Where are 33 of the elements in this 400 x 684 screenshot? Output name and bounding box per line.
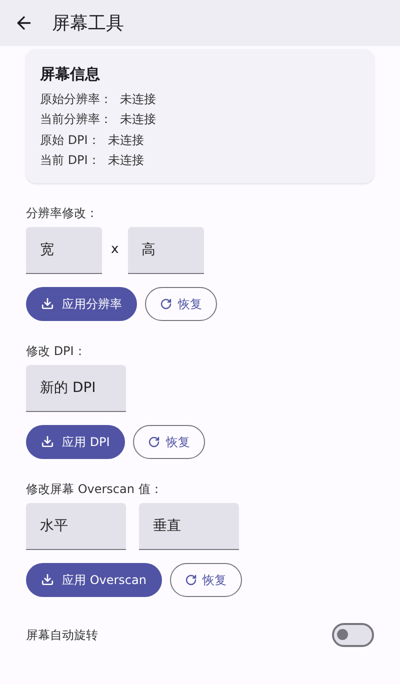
refresh-icon: [184, 574, 196, 586]
apply-button[interactable]: 应用 DPI: [26, 424, 125, 458]
download-icon: [41, 573, 54, 586]
input-field[interactable]: 垂直: [139, 502, 239, 550]
input-field[interactable]: 新的 DPI: [26, 364, 126, 412]
info-value: 未连接: [108, 152, 144, 170]
apply-button[interactable]: 应用 Overscan: [26, 562, 162, 596]
reset-button[interactable]: 恢复: [132, 424, 205, 458]
input-field[interactable]: 高: [128, 226, 204, 274]
download-icon: [41, 297, 54, 310]
card-title: 屏幕信息: [40, 64, 101, 85]
info-value: 未连接: [120, 111, 156, 128]
download-icon: [41, 435, 54, 448]
info-label: 当前分辨率：: [40, 111, 112, 128]
reset-button[interactable]: 恢复: [145, 286, 217, 320]
toggle-label: 屏幕自动旋转: [26, 626, 98, 644]
refresh-icon: [148, 436, 160, 448]
section-label: 分辨率修改：: [26, 204, 99, 220]
app-bar-title: 屏幕工具: [52, 12, 124, 36]
input-field[interactable]: 水平: [26, 502, 126, 550]
separator-text: x: [111, 241, 119, 260]
info-label: 原始分辨率：: [40, 90, 112, 108]
info-value: 未连接: [108, 132, 144, 149]
section-label: 修改 DPI：: [26, 342, 87, 358]
info-value: 未连接: [120, 90, 156, 108]
section-label: 修改屏幕 Overscan 值：: [26, 480, 164, 496]
info-label: 原始 DPI：: [40, 132, 100, 149]
toggle-switch[interactable]: [332, 622, 374, 646]
refresh-icon: [160, 298, 172, 310]
reset-button[interactable]: 恢复: [170, 562, 242, 596]
input-field[interactable]: 宽: [26, 226, 102, 274]
apply-button[interactable]: 应用分辨率: [26, 286, 137, 320]
info-label: 当前 DPI：: [40, 152, 100, 170]
